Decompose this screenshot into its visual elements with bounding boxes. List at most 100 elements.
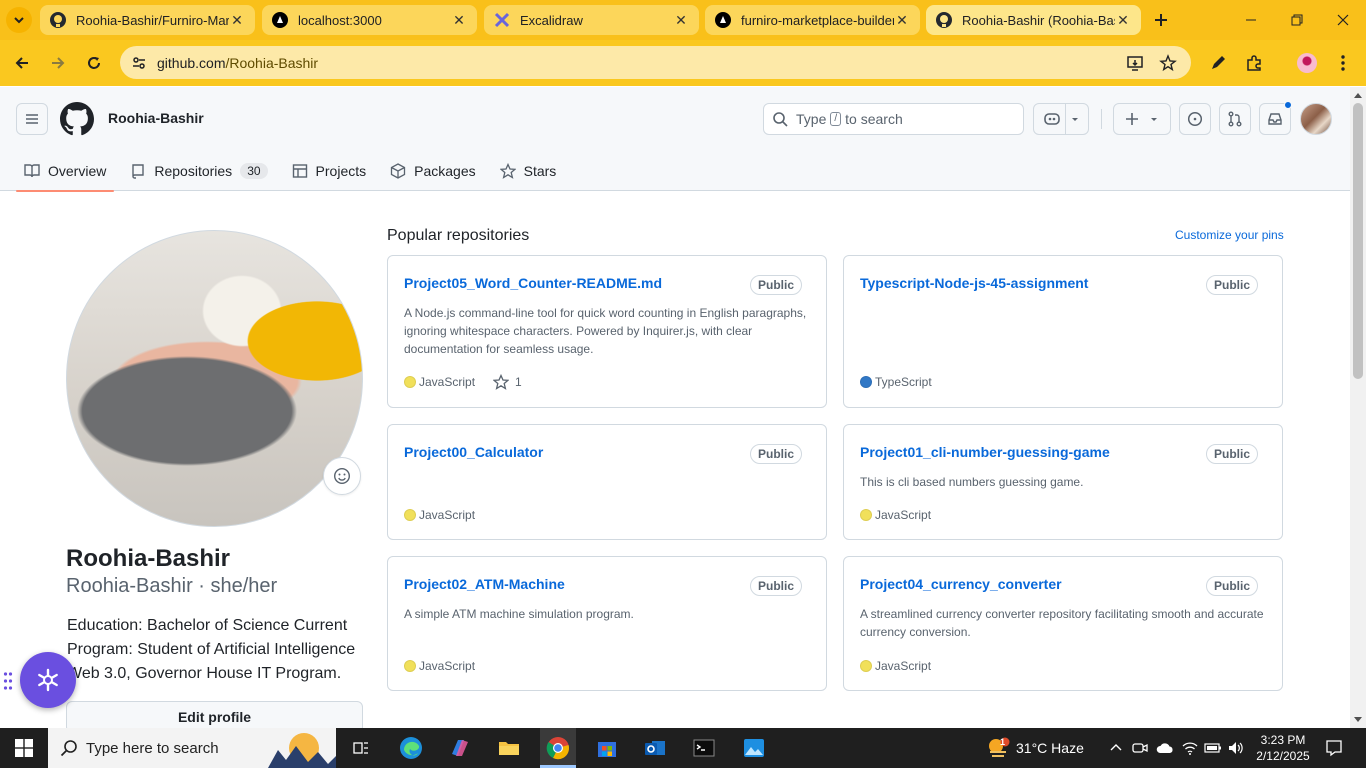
close-icon[interactable]: ✕ xyxy=(451,12,467,28)
taskbar-search-placeholder: Type here to search xyxy=(86,739,219,757)
restore-button[interactable] xyxy=(1274,0,1320,40)
profile-avatar-image[interactable] xyxy=(66,230,363,527)
install-app-icon[interactable] xyxy=(1122,50,1148,76)
close-window-button[interactable] xyxy=(1320,0,1366,40)
taskbar-file-explorer[interactable] xyxy=(492,728,526,768)
copilot-button[interactable] xyxy=(1033,103,1089,135)
tab-repositories[interactable]: Repositories 30 xyxy=(122,151,275,191)
extensions-icon[interactable] xyxy=(1240,49,1268,77)
url-path: /Roohia-Bashir xyxy=(225,54,319,71)
browser-tab[interactable]: Excalidraw ✕ xyxy=(484,5,699,35)
excalidraw-icon xyxy=(494,12,510,28)
issue-opened-icon xyxy=(1187,111,1203,127)
visibility-badge: Public xyxy=(1205,444,1258,464)
site-info-icon[interactable] xyxy=(124,48,154,78)
taskbar-store[interactable] xyxy=(590,728,624,768)
search-input[interactable]: Type / to search xyxy=(763,103,1024,135)
chevron-up-icon xyxy=(1110,744,1122,751)
profile-avatar[interactable] xyxy=(1293,49,1321,77)
close-icon[interactable]: ✕ xyxy=(229,12,245,28)
header-username[interactable]: Roohia-Bashir xyxy=(108,110,204,126)
show-hidden-icons-button[interactable] xyxy=(1106,728,1126,768)
copilot-icon xyxy=(1043,113,1060,125)
floating-assistant-button[interactable] xyxy=(20,652,76,708)
browser-tab-active[interactable]: Roohia-Bashir (Roohia-Bashi ✕ xyxy=(926,5,1141,35)
pen-extension-icon[interactable] xyxy=(1204,49,1232,77)
taskbar-outlook[interactable] xyxy=(638,728,672,768)
user-avatar[interactable] xyxy=(1300,103,1332,135)
taskbar-copilot[interactable] xyxy=(443,728,477,768)
taskbar-search-input[interactable]: Type here to search xyxy=(48,728,336,768)
github-icon xyxy=(936,12,952,28)
weather-text[interactable]: 31°C Haze xyxy=(1016,728,1092,768)
start-button[interactable] xyxy=(0,728,48,768)
volume-icon[interactable] xyxy=(1226,728,1246,768)
close-icon[interactable]: ✕ xyxy=(1115,12,1131,28)
close-icon[interactable]: ✕ xyxy=(673,12,689,28)
taskbar-chrome[interactable] xyxy=(540,728,576,768)
address-bar[interactable]: github.com/Roohia-Bashir xyxy=(120,46,1191,79)
battery-icon[interactable] xyxy=(1203,728,1223,768)
onedrive-icon[interactable] xyxy=(1154,728,1176,768)
meet-now-icon[interactable] xyxy=(1130,728,1150,768)
weather-widget[interactable]: 1 xyxy=(984,728,1012,768)
visibility-badge: Public xyxy=(749,275,802,295)
create-new-button[interactable] xyxy=(1113,103,1171,135)
repo-name-link[interactable]: Project02_ATM-Machine xyxy=(404,576,565,592)
tab-stars[interactable]: Stars xyxy=(492,151,565,191)
tab-title: localhost:3000 xyxy=(298,12,382,28)
browser-menu-button[interactable] xyxy=(1329,49,1357,77)
repo-description: A streamlined currency converter reposit… xyxy=(860,607,1264,639)
repositories-count: 30 xyxy=(240,163,268,179)
tab-search-button[interactable] xyxy=(6,7,32,33)
outlook-icon xyxy=(645,741,665,755)
customize-pins-link[interactable]: Customize your pins xyxy=(1175,228,1284,242)
new-tab-button[interactable] xyxy=(1147,6,1175,34)
profile-bio: Education: Bachelor of Science Current P… xyxy=(67,617,356,682)
set-status-button[interactable] xyxy=(323,457,361,495)
repo-meta: TypeScript xyxy=(860,375,932,389)
repo-card: Project00_Calculator Public JavaScript xyxy=(387,424,827,540)
drag-handle-icon[interactable] xyxy=(3,671,13,691)
scrollbar-thumb[interactable] xyxy=(1353,103,1363,379)
repo-meta: JavaScript xyxy=(860,659,931,673)
taskbar-clock[interactable]: 3:23 PM 2/12/2025 xyxy=(1250,732,1316,764)
repo-name-link[interactable]: Typescript-Node-js-45-assignment xyxy=(860,275,1088,291)
task-view-button[interactable] xyxy=(346,728,376,768)
notifications-button[interactable] xyxy=(1322,728,1346,768)
repo-name-link[interactable]: Project05_Word_Counter-README.md xyxy=(404,275,662,291)
tab-title: Excalidraw xyxy=(520,12,583,28)
bookmark-star-icon[interactable] xyxy=(1155,50,1181,76)
issues-button[interactable] xyxy=(1179,103,1211,135)
tab-projects[interactable]: Projects xyxy=(284,151,375,191)
wifi-icon[interactable] xyxy=(1180,728,1200,768)
hamburger-icon xyxy=(26,114,38,124)
reload-button[interactable] xyxy=(80,49,108,77)
tab-packages[interactable]: Packages xyxy=(382,151,483,191)
scroll-up-icon[interactable] xyxy=(1354,93,1362,98)
browser-tab[interactable]: furniro-marketplace-builder ✕ xyxy=(705,5,920,35)
tab-overview[interactable]: Overview xyxy=(16,151,115,192)
back-button[interactable] xyxy=(8,49,36,77)
pull-requests-button[interactable] xyxy=(1219,103,1251,135)
repo-name-link[interactable]: Project01_cli-number-guessing-game xyxy=(860,444,1110,460)
forward-button[interactable] xyxy=(44,49,72,77)
close-icon[interactable]: ✕ xyxy=(894,12,910,28)
minimize-button[interactable] xyxy=(1228,0,1274,40)
repo-name-link[interactable]: Project04_currency_converter xyxy=(860,576,1062,592)
url-text: github.com/Roohia-Bashir xyxy=(157,55,318,71)
repo-stars-link[interactable]: 1 xyxy=(493,374,522,390)
repo-name-link[interactable]: Project00_Calculator xyxy=(404,444,543,460)
menu-button[interactable] xyxy=(16,103,48,135)
github-icon xyxy=(50,12,66,28)
browser-tab[interactable]: localhost:3000 ✕ xyxy=(262,5,477,35)
chevron-down-icon xyxy=(1071,118,1078,121)
scroll-down-icon[interactable] xyxy=(1354,717,1362,722)
taskbar-edge[interactable] xyxy=(394,728,428,768)
page-scrollbar[interactable] xyxy=(1350,87,1366,728)
chevron-down-icon xyxy=(14,17,24,24)
github-logo-icon[interactable] xyxy=(60,102,94,136)
taskbar-photos[interactable] xyxy=(737,728,771,768)
taskbar-terminal[interactable] xyxy=(687,728,721,768)
browser-tab[interactable]: Roohia-Bashir/Furniro-Marke ✕ xyxy=(40,5,255,35)
